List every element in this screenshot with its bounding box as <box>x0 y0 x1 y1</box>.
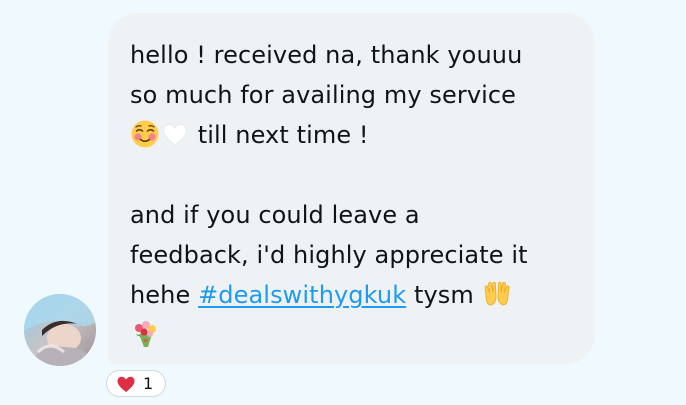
message-line-4: and if you could leave a <box>130 201 420 229</box>
bouquet-icon <box>130 319 160 349</box>
message-line-5: feedback, i'd highly appreciate it <box>130 241 528 269</box>
message-line-6-suffix: tysm <box>406 281 474 309</box>
raising-hands-icon <box>482 279 512 309</box>
message-line-3-text: till next time ! <box>197 121 369 149</box>
message-line-1: hello ! received na, thank youuu <box>130 41 523 69</box>
reaction-count: 1 <box>143 374 154 393</box>
hashtag-link[interactable]: #dealswithygkuk <box>198 281 406 309</box>
sender-avatar[interactable] <box>24 294 96 366</box>
message-line-6: hehe #dealswithygkuk tysm <box>130 275 577 315</box>
message-line-6-prefix: hehe <box>130 281 199 309</box>
message-line-3: till next time ! <box>130 115 577 155</box>
red-heart-icon <box>117 376 135 392</box>
message-line-7 <box>130 315 577 355</box>
white-heart-icon <box>160 119 190 149</box>
message-line-2: so much for availing my service <box>130 81 517 109</box>
reaction-badge[interactable]: 1 <box>106 370 166 397</box>
smiling-face-with-blush-icon <box>130 119 160 149</box>
message-bubble[interactable]: hello ! received na, thank youuu so much… <box>108 13 595 364</box>
